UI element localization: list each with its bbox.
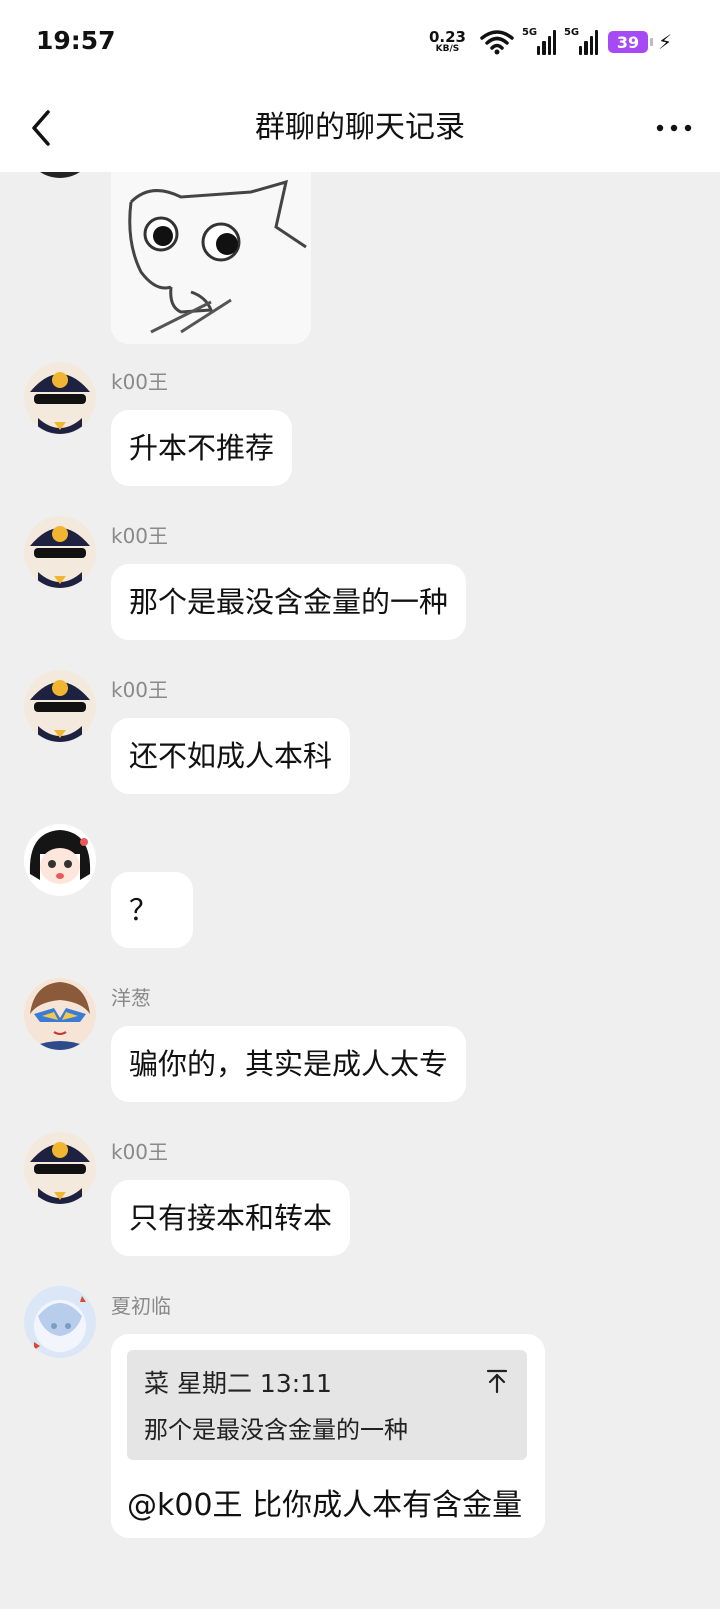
message-bubble[interactable]: 那个是最没含金量的一种 xyxy=(111,564,467,640)
message-bubble[interactable]: 骗你的，其实是成人太专 xyxy=(111,1026,467,1102)
more-horizontal-icon[interactable] xyxy=(652,114,696,142)
cell-signal-1-icon: 5G xyxy=(521,27,556,55)
sender-name: k00王 xyxy=(111,1140,169,1164)
quoted-time: 星期二 13:11 xyxy=(176,1369,332,1398)
avatar-k00[interactable] xyxy=(24,516,96,588)
quoted-header: 菜 星期二 13:11 xyxy=(144,1364,332,1400)
battery-icon: 39 xyxy=(607,31,653,53)
avatar-k00[interactable] xyxy=(24,670,96,742)
quoted-author: 菜 xyxy=(144,1369,170,1398)
page-title: 群聊的聊天记录 xyxy=(255,110,465,145)
sender-name: 夏初临 xyxy=(111,1294,171,1318)
chat-history[interactable]: k00王 升本不推荐 k00王 那个是最没含金量的一种 k00王 还不如成人本科… xyxy=(0,172,720,1609)
status-time: 19:57 xyxy=(36,26,116,55)
charging-icon: ⚡ xyxy=(657,30,672,54)
avatar-image xyxy=(24,362,96,434)
message-bubble[interactable]: 升本不推荐 xyxy=(111,410,293,486)
avatar-k00[interactable] xyxy=(24,362,96,434)
message-bubble-reply[interactable]: 菜 星期二 13:11 那个是最没含金量的一种 @k00王 比你成人本有含金量 xyxy=(111,1334,545,1538)
cell-signal-2-icon: 5G xyxy=(563,27,598,55)
avatar-image xyxy=(24,670,96,742)
status-icons: 0.23 KB/S 5G 5G 39 ⚡ xyxy=(429,22,672,62)
sticker-image[interactable] xyxy=(111,172,311,344)
sender-name: 洋葱 xyxy=(111,986,151,1010)
avatar-partial[interactable] xyxy=(24,172,96,178)
message-bubble[interactable]: 只有接本和转本 xyxy=(111,1180,351,1256)
title-bar: 群聊的聊天记录 xyxy=(0,84,720,172)
avatar-anime-girl[interactable] xyxy=(24,824,96,896)
avatar-yangcong[interactable] xyxy=(24,978,96,1050)
message-bubble[interactable]: ？ xyxy=(111,872,193,948)
sim1-label: 5G xyxy=(521,27,538,38)
sender-name: k00王 xyxy=(111,524,169,548)
quoted-message[interactable]: 菜 星期二 13:11 那个是最没含金量的一种 xyxy=(127,1350,527,1460)
avatar-image xyxy=(24,1132,96,1204)
sender-name: k00王 xyxy=(111,370,169,394)
status-bar: 19:57 0.23 KB/S 5G 5G 39 ⚡ xyxy=(0,0,720,84)
avatar-k00[interactable] xyxy=(24,1132,96,1204)
wifi-icon xyxy=(480,30,514,55)
reply-text: @k00王 比你成人本有含金量 xyxy=(127,1488,523,1523)
message-bubble[interactable]: 还不如成人本科 xyxy=(111,718,351,794)
quoted-text: 那个是最没含金量的一种 xyxy=(144,1416,408,1444)
network-speed-value: 0.23 xyxy=(428,28,466,46)
avatar-image xyxy=(24,1286,96,1358)
avatar-image xyxy=(24,978,96,1050)
avatar-image xyxy=(24,516,96,588)
sender-name: k00王 xyxy=(111,678,169,702)
jump-to-original-icon[interactable] xyxy=(485,1368,509,1394)
sticker-drawing xyxy=(111,172,311,344)
avatar-image xyxy=(24,824,96,896)
sim2-label: 5G xyxy=(563,27,580,38)
network-speed-unit: KB/S xyxy=(435,44,460,54)
avatar-xiachulin[interactable] xyxy=(24,1286,96,1358)
network-speed: 0.23 KB/S xyxy=(429,30,466,54)
